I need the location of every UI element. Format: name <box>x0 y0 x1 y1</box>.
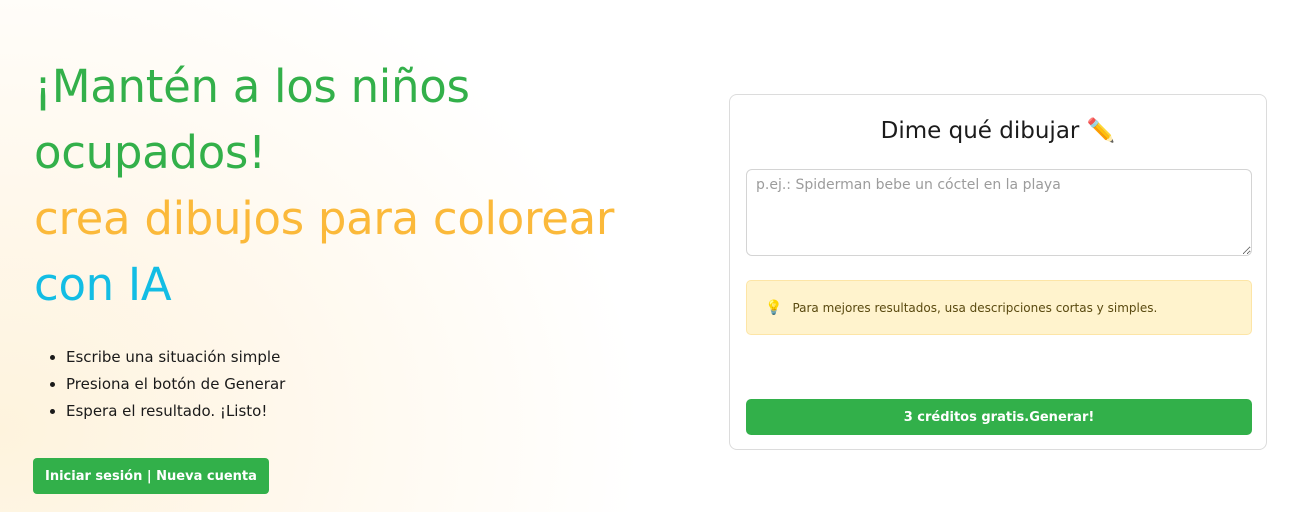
hero-section: ¡Mantén a los niños ocupados! crea dibuj… <box>34 54 674 425</box>
drawing-prompt-panel: Dime qué dibujar ✏️ 💡 Para mejores resul… <box>729 94 1267 450</box>
steps-list: Escribe una situación simple Presiona el… <box>34 344 674 425</box>
generate-button[interactable]: 3 créditos gratis.Generar! <box>746 399 1252 435</box>
lightbulb-icon: 💡 <box>765 299 783 316</box>
login-signup-button[interactable]: Iniciar sesión | Nueva cuenta <box>33 458 269 494</box>
step-item: Espera el resultado. ¡Listo! <box>66 398 674 425</box>
panel-title: Dime qué dibujar ✏️ <box>880 118 1116 144</box>
tip-text: Para mejores resultados, usa descripcion… <box>792 300 1158 315</box>
prompt-input[interactable] <box>746 169 1252 256</box>
page-headline: ¡Mantén a los niños ocupados! crea dibuj… <box>34 54 674 318</box>
headline-line-1: ¡Mantén a los niños <box>34 60 470 113</box>
headline-line-4: con IA <box>34 258 172 311</box>
step-item: Presiona el botón de Generar <box>66 371 674 398</box>
headline-line-2: ocupados! <box>34 126 266 179</box>
headline-line-3: crea dibujos para colorear <box>34 192 615 245</box>
step-item: Escribe una situación simple <box>66 344 674 371</box>
tip-alert: 💡 Para mejores resultados, usa descripci… <box>746 280 1252 335</box>
